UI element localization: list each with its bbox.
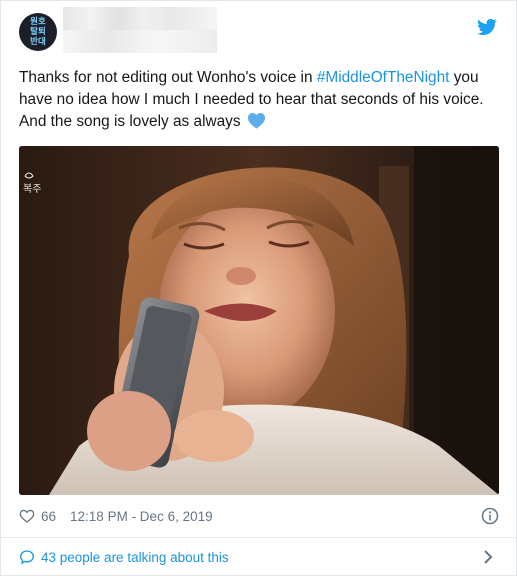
tweet-photo[interactable]: 복주 [19, 146, 499, 495]
blue-heart-icon [247, 113, 265, 129]
speech-bubble-icon [19, 550, 35, 565]
info-icon[interactable] [481, 507, 499, 525]
avatar-text: 원호 탈퇴 반대 [30, 17, 46, 47]
tweet-text: Thanks for not editing out Wonho's voice… [19, 67, 507, 133]
photo-content: 복주 [19, 146, 499, 495]
tweet-header: 원호 탈퇴 반대 [19, 7, 499, 59]
hashtag-link[interactable]: #MiddleOfTheNight [317, 69, 450, 86]
redacted-username [63, 7, 217, 53]
twitter-bird-icon[interactable] [477, 17, 497, 37]
conversation-label: 43 people are talking about this [41, 549, 229, 565]
heart-outline-icon[interactable] [19, 508, 35, 524]
tweet-text-before: Thanks for not editing out Wonho's voice… [19, 69, 317, 86]
tweet-card: 원호 탈퇴 반대 Thanks for not editing out Wonh… [0, 0, 517, 576]
chevron-right-icon[interactable] [483, 549, 493, 565]
photo-overlay-text: 복주 [23, 183, 41, 195]
like-count: 66 [41, 508, 57, 524]
conversation-link[interactable]: 43 people are talking about this [19, 546, 499, 568]
timestamp[interactable]: 12:18 PM - Dec 6, 2019 [70, 509, 213, 524]
avatar[interactable]: 원호 탈퇴 반대 [19, 13, 57, 51]
tweet-meta: 66 12:18 PM - Dec 6, 2019 [19, 505, 499, 527]
divider [1, 537, 516, 538]
